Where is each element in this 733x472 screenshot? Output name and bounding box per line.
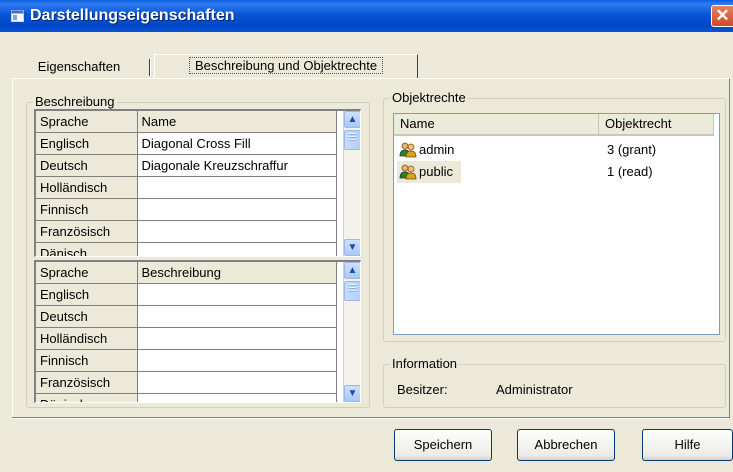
table-row: Englisch bbox=[36, 283, 337, 306]
description-cell[interactable] bbox=[137, 305, 337, 328]
row-language: Holländisch bbox=[36, 176, 138, 199]
user-right: 1 (read) bbox=[607, 164, 653, 179]
row-language: Deutsch bbox=[36, 305, 138, 328]
row-language: Englisch bbox=[36, 132, 138, 155]
tab-separator bbox=[149, 59, 151, 76]
description-table: Sprache Beschreibung Englisch Deutsch Ho… bbox=[36, 262, 337, 402]
description-cell[interactable] bbox=[137, 349, 337, 372]
scroll-up-icon[interactable]: ▲ bbox=[344, 262, 360, 279]
row-language: Französisch bbox=[36, 371, 138, 394]
grid-header-sprache: Sprache bbox=[36, 111, 138, 133]
tab-label: Beschreibung und Objektrechte bbox=[188, 57, 384, 74]
grid-header-row: Sprache Beschreibung bbox=[36, 262, 337, 284]
grid-header-row: Sprache Name bbox=[36, 111, 337, 133]
title-bar: Darstellungseigenschaften ✕ bbox=[0, 0, 733, 32]
table-row: Deutsch Diagonale Kreuzschraffur bbox=[36, 154, 337, 177]
row-language: Französisch bbox=[36, 220, 138, 243]
users-icon bbox=[399, 164, 417, 180]
name-grid-scrollbar[interactable]: ▲ ▼ bbox=[343, 111, 360, 256]
save-button[interactable]: Speichern bbox=[394, 429, 492, 461]
row-language: Deutsch bbox=[36, 154, 138, 177]
name-cell[interactable] bbox=[137, 220, 337, 243]
table-row: Dänisch bbox=[36, 242, 337, 256]
row-language: Holländisch bbox=[36, 327, 138, 350]
name-cell[interactable] bbox=[137, 176, 337, 199]
row-language: Dänisch bbox=[36, 393, 138, 402]
user-name: public bbox=[419, 164, 453, 179]
group-legend-information: Information bbox=[390, 356, 460, 371]
scroll-up-icon[interactable]: ▲ bbox=[344, 111, 360, 128]
description-grid-scrollbar[interactable]: ▲ ▼ bbox=[343, 262, 360, 402]
grid-header-sprache: Sprache bbox=[36, 262, 138, 284]
scroll-down-icon[interactable]: ▼ bbox=[344, 385, 360, 402]
row-language: Englisch bbox=[36, 283, 138, 306]
scroll-down-icon[interactable]: ▼ bbox=[344, 239, 360, 256]
tab-eigenschaften[interactable]: Eigenschaften bbox=[20, 57, 138, 79]
row-language: Finnisch bbox=[36, 349, 138, 372]
scroll-thumb[interactable] bbox=[344, 130, 360, 150]
name-cell[interactable]: Diagonale Kreuzschraffur bbox=[137, 154, 337, 177]
list-item-name: public bbox=[397, 161, 461, 183]
tab-beschreibung-objektrechte[interactable]: Beschreibung und Objektrechte bbox=[154, 54, 418, 78]
owner-value: Administrator bbox=[496, 382, 573, 397]
grid-header-beschreibung: Beschreibung bbox=[137, 262, 337, 284]
table-row: Französisch bbox=[36, 220, 337, 243]
list-item[interactable]: public 1 (read) bbox=[394, 161, 714, 183]
description-cell[interactable] bbox=[137, 327, 337, 350]
grid-header-name: Name bbox=[137, 111, 337, 133]
list-item[interactable]: admin 3 (grant) bbox=[394, 139, 714, 161]
close-icon: ✕ bbox=[715, 6, 730, 25]
list-item-name: admin bbox=[397, 139, 462, 161]
name-cell[interactable] bbox=[137, 242, 337, 256]
row-language: Dänisch bbox=[36, 242, 138, 256]
table-row: Französisch bbox=[36, 371, 337, 394]
description-cell[interactable] bbox=[137, 283, 337, 306]
group-legend-objektrechte: Objektrechte bbox=[390, 90, 468, 105]
user-right: 3 (grant) bbox=[607, 142, 657, 157]
row-language: Finnisch bbox=[36, 198, 138, 221]
close-button[interactable]: ✕ bbox=[711, 5, 733, 27]
table-row: Englisch Diagonal Cross Fill bbox=[36, 132, 337, 155]
object-rights-list[interactable]: Name Objektrecht admin 3 (grant) public … bbox=[393, 113, 720, 335]
name-table: Sprache Name Englisch Diagonal Cross Fil… bbox=[36, 111, 337, 256]
group-legend-beschreibung: Beschreibung bbox=[33, 94, 117, 109]
window-icon bbox=[11, 10, 24, 22]
column-header-objektrecht[interactable]: Objektrecht bbox=[599, 114, 714, 136]
description-cell[interactable] bbox=[137, 393, 337, 402]
name-cell[interactable]: Diagonal Cross Fill bbox=[137, 132, 337, 155]
table-row: Deutsch bbox=[36, 305, 337, 328]
owner-label: Besitzer: bbox=[397, 382, 448, 397]
scroll-thumb[interactable] bbox=[344, 281, 360, 301]
help-button[interactable]: Hilfe bbox=[642, 429, 733, 461]
separator-line bbox=[12, 417, 730, 419]
table-row: Finnisch bbox=[36, 349, 337, 372]
table-row: Holländisch bbox=[36, 176, 337, 199]
description-grid[interactable]: Sprache Beschreibung Englisch Deutsch Ho… bbox=[34, 260, 361, 403]
name-grid[interactable]: Sprache Name Englisch Diagonal Cross Fil… bbox=[34, 109, 361, 257]
column-header-name[interactable]: Name bbox=[394, 114, 599, 136]
table-row: Holländisch bbox=[36, 327, 337, 350]
users-icon bbox=[399, 142, 417, 158]
window-title: Darstellungseigenschaften bbox=[30, 7, 235, 24]
user-name: admin bbox=[419, 142, 455, 157]
table-row: Dänisch bbox=[36, 393, 337, 402]
name-cell[interactable] bbox=[137, 198, 337, 221]
table-row: Finnisch bbox=[36, 198, 337, 221]
cancel-button[interactable]: Abbrechen bbox=[517, 429, 615, 461]
description-cell[interactable] bbox=[137, 371, 337, 394]
